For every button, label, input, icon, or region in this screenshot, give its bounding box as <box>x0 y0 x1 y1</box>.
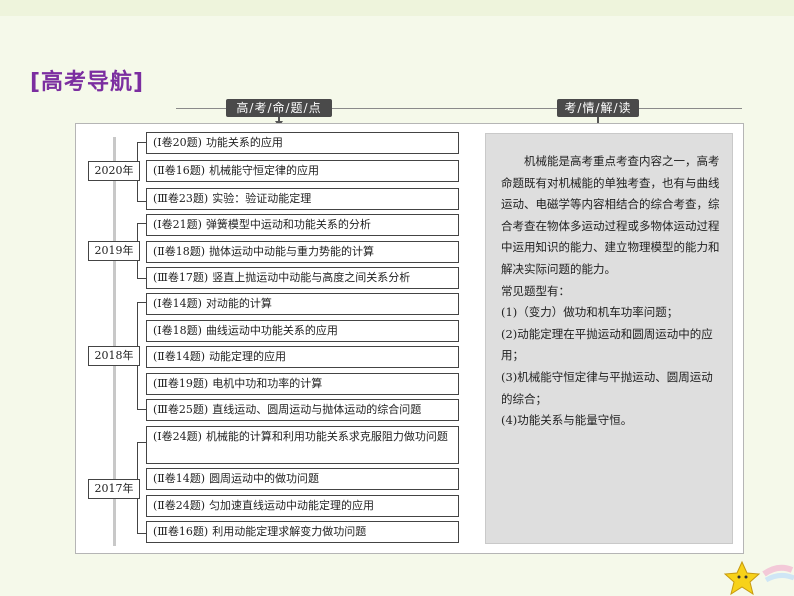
item-source: (Ⅰ卷18题) <box>153 324 202 337</box>
item-text: 曲线运动中功能关系的应用 <box>205 324 338 337</box>
analysis-panel: 机械能是高考重点考查内容之一，高考命题既有对机械能的单独考查，也有与曲线运动、电… <box>485 133 733 544</box>
item-source: (Ⅲ卷25题) <box>153 403 209 416</box>
analysis-types-heading: 常见题型有： <box>501 283 570 298</box>
list-item: (Ⅰ卷20题) 功能关系的应用 <box>146 132 459 154</box>
item-source: (Ⅲ卷23题) <box>153 192 209 205</box>
list-item: (Ⅱ卷16题) 机械能守恒定律的应用 <box>146 160 459 182</box>
header-label-exam-analysis: 考/情/解/读 <box>557 99 639 117</box>
item-text: 实验：验证动能定理 <box>212 192 312 205</box>
year-label: 2020年 <box>88 161 140 181</box>
list-item: (Ⅲ卷19题) 电机中功和功率的计算 <box>146 373 459 395</box>
list-item: (Ⅲ卷17题) 竖直上抛运动中动能与高度之间关系分析 <box>146 267 459 289</box>
year-label: 2017年 <box>88 479 140 499</box>
item-source: (Ⅲ卷19题) <box>153 377 209 390</box>
list-item: (Ⅰ卷24题) 机械能的计算和利用功能关系求克服阻力做功问题 <box>146 426 459 464</box>
list-item: (Ⅲ卷25题) 直线运动、圆周运动与抛体运动的综合问题 <box>146 399 459 421</box>
item-text: 机械能守恒定律的应用 <box>209 164 320 177</box>
item-text: 动能定理的应用 <box>209 350 287 363</box>
item-source: (Ⅱ卷18题) <box>153 245 206 258</box>
item-source: (Ⅰ卷14题) <box>153 297 202 310</box>
analysis-intro: 机械能是高考重点考查内容之一，高考命题既有对机械能的单独考查，也有与曲线运动、电… <box>501 154 720 276</box>
list-item: (Ⅱ卷14题) 动能定理的应用 <box>146 346 459 368</box>
item-text: 机械能的计算和利用功能关系求克服阻力做功问题 <box>205 430 448 443</box>
list-item: (Ⅰ卷21题) 弹簧模型中运动和功能关系的分析 <box>146 214 459 236</box>
item-text: 功能关系的应用 <box>205 136 283 149</box>
item-source: (Ⅱ卷14题) <box>153 472 206 485</box>
list-item: (Ⅱ卷18题) 抛体运动中动能与重力势能的计算 <box>146 241 459 263</box>
analysis-type-item: (1)（变力）做功和机车功率问题； <box>501 305 679 320</box>
list-item: (Ⅰ卷14题) 对动能的计算 <box>146 293 459 315</box>
list-item: (Ⅱ卷24题) 匀加速直线运动中动能定理的应用 <box>146 495 459 517</box>
item-text: 竖直上抛运动中动能与高度之间关系分析 <box>212 271 411 284</box>
top-decor-bar <box>0 0 794 16</box>
list-item: (Ⅰ卷18题) 曲线运动中功能关系的应用 <box>146 320 459 342</box>
item-source: (Ⅰ卷21题) <box>153 218 202 231</box>
item-text: 弹簧模型中运动和功能关系的分析 <box>205 218 371 231</box>
item-source: (Ⅱ卷14题) <box>153 350 206 363</box>
item-source: (Ⅲ卷17题) <box>153 271 209 284</box>
year-label: 2018年 <box>88 346 140 366</box>
item-source: (Ⅱ卷24题) <box>153 499 206 512</box>
analysis-type-item: (3)机械能守恒定律与平抛运动、圆周运动的综合； <box>501 369 713 406</box>
item-text: 电机中功和功率的计算 <box>212 377 323 390</box>
star-icon <box>723 560 794 596</box>
item-source: (Ⅱ卷16题) <box>153 164 206 177</box>
item-text: 抛体运动中动能与重力势能的计算 <box>209 245 375 258</box>
page-title: [高考导航] <box>30 70 145 95</box>
analysis-type-item: (2)动能定理在平抛运动和圆周运动中的应用； <box>501 326 713 363</box>
item-source: (Ⅲ卷16题) <box>153 525 209 538</box>
item-source: (Ⅰ卷20题) <box>153 136 202 149</box>
item-text: 对动能的计算 <box>205 297 272 310</box>
year-label: 2019年 <box>88 241 140 261</box>
item-text: 利用动能定理求解变力做功问题 <box>212 525 367 538</box>
analysis-type-item: (4)功能关系与能量守恒。 <box>501 413 633 428</box>
list-item: (Ⅲ卷16题) 利用动能定理求解变力做功问题 <box>146 521 459 543</box>
header-label-exam-points: 高/考/命/题/点 <box>226 99 332 117</box>
item-text: 匀加速直线运动中动能定理的应用 <box>209 499 375 512</box>
item-text: 直线运动、圆周运动与抛体运动的综合问题 <box>212 403 422 416</box>
item-source: (Ⅰ卷24题) <box>153 430 202 443</box>
list-item: (Ⅲ卷23题) 实验：验证动能定理 <box>146 188 459 210</box>
list-item: (Ⅱ卷14题) 圆周运动中的做功问题 <box>146 468 459 490</box>
item-text: 圆周运动中的做功问题 <box>209 472 320 485</box>
